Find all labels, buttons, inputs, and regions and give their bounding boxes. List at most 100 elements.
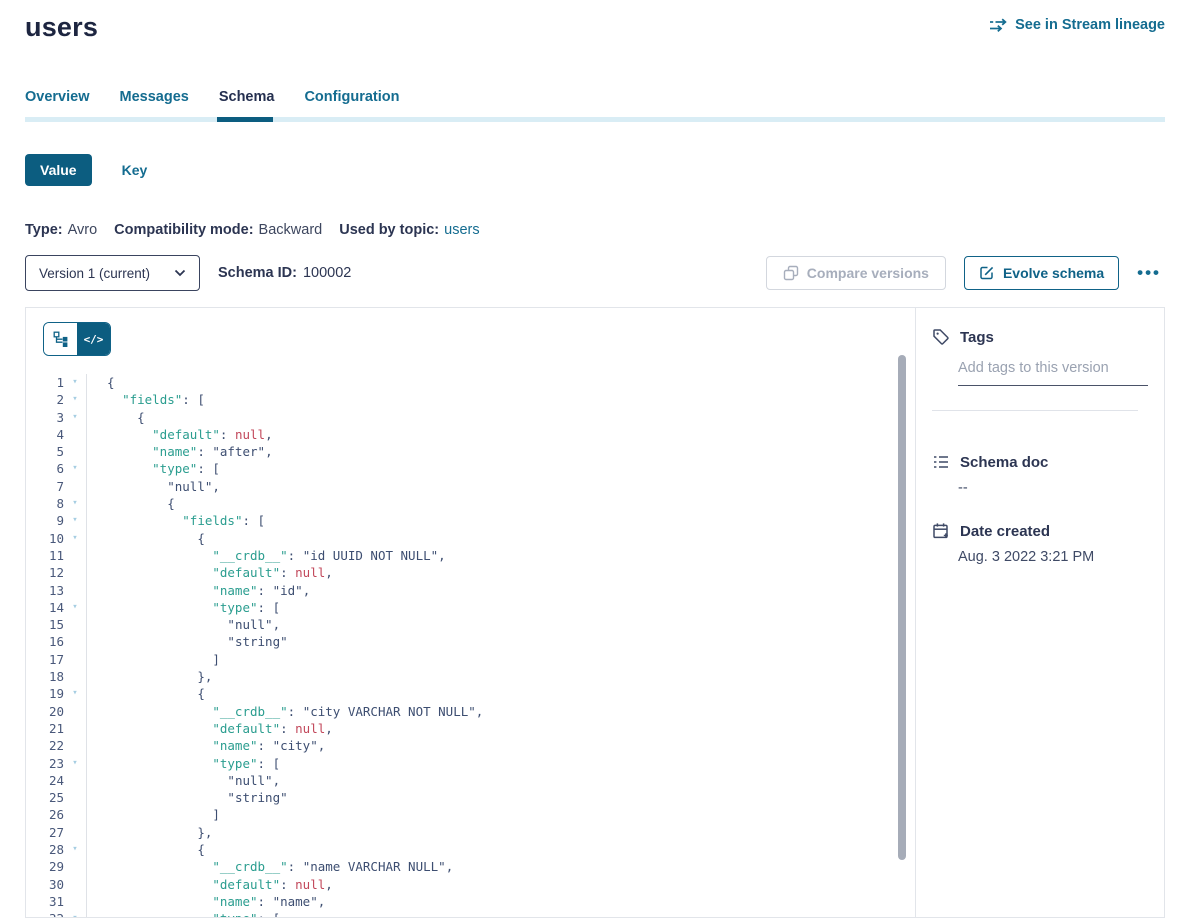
fold-spacer <box>64 616 86 633</box>
code-line: 11 "__crdb__": "id UUID NOT NULL", <box>26 547 915 564</box>
version-toolbar: Version 1 (current) Schema ID: 100002 Co… <box>25 255 1165 291</box>
code-line: 12 "default": null, <box>26 564 915 581</box>
code-text: "string" <box>86 633 915 650</box>
fold-spacer <box>64 443 86 460</box>
schema-id-label: Schema ID: <box>218 265 297 281</box>
code-text: "null", <box>86 772 915 789</box>
compatibility-label: Compatibility mode: <box>114 222 253 238</box>
line-number: 23 <box>26 755 64 772</box>
fold-toggle-icon[interactable]: ▾ <box>64 495 86 512</box>
line-number: 4 <box>26 426 64 443</box>
code-text: }, <box>86 824 915 841</box>
line-number: 10 <box>26 530 64 547</box>
code-text: "default": null, <box>86 426 915 443</box>
code-line: 30 "default": null, <box>26 876 915 893</box>
stream-lineage-icon <box>989 18 1008 32</box>
fold-spacer <box>64 737 86 754</box>
fold-toggle-icon[interactable]: ▾ <box>64 460 86 477</box>
add-tags-input[interactable] <box>958 360 1148 386</box>
code-text: { <box>86 495 915 512</box>
code-text: "default": null, <box>86 564 915 581</box>
code-text: ] <box>86 806 915 823</box>
code-text: "__crdb__": "city VARCHAR NOT NULL", <box>86 703 915 720</box>
code-line: 25 "string" <box>26 789 915 806</box>
code-text: "name": "city", <box>86 737 915 754</box>
schema-id: Schema ID: 100002 <box>218 265 351 281</box>
fold-toggle-icon[interactable]: ▾ <box>64 374 86 391</box>
code-line: 19▾ { <box>26 685 915 702</box>
line-number: 6 <box>26 460 64 477</box>
meta-compatibility: Compatibility mode: Backward <box>114 222 322 238</box>
line-number: 21 <box>26 720 64 737</box>
code-line: 18 }, <box>26 668 915 685</box>
meta-used-by-topic: Used by topic: users <box>339 222 479 238</box>
code-line: 13 "name": "id", <box>26 582 915 599</box>
tab-configuration[interactable]: Configuration <box>304 89 399 105</box>
overflow-menu-button[interactable]: ••• <box>1133 261 1165 285</box>
fold-toggle-icon[interactable]: ▾ <box>64 530 86 547</box>
code-line: 4 "default": null, <box>26 426 915 443</box>
code-text: "null", <box>86 478 915 495</box>
tab-messages[interactable]: Messages <box>120 89 189 105</box>
fold-toggle-icon[interactable]: ▾ <box>64 409 86 426</box>
code-text: }, <box>86 668 915 685</box>
code-text: "null", <box>86 616 915 633</box>
key-button[interactable]: Key <box>122 162 148 178</box>
fold-spacer <box>64 668 86 685</box>
code-line: 2▾ "fields": [ <box>26 391 915 408</box>
code-line: 28▾ { <box>26 841 915 858</box>
fold-toggle-icon[interactable]: ▾ <box>64 391 86 408</box>
code-view-icon: </> <box>84 333 104 346</box>
topic-link[interactable]: users <box>444 222 479 238</box>
fold-toggle-icon[interactable]: ▾ <box>64 841 86 858</box>
line-number: 2 <box>26 391 64 408</box>
code-line: 8▾ { <box>26 495 915 512</box>
view-mode-toggle: </> <box>43 322 111 356</box>
evolve-schema-button[interactable]: Evolve schema <box>964 256 1119 290</box>
code-line: 7 "null", <box>26 478 915 495</box>
code-text: { <box>86 374 915 391</box>
fold-spacer <box>64 633 86 650</box>
tab-overview[interactable]: Overview <box>25 89 90 105</box>
code-line: 20 "__crdb__": "city VARCHAR NOT NULL", <box>26 703 915 720</box>
date-created-value: Aug. 3 2022 3:21 PM <box>958 549 1148 565</box>
schema-doc-value: -- <box>958 480 1148 496</box>
fold-toggle-icon[interactable]: ▾ <box>64 685 86 702</box>
fold-spacer <box>64 858 86 875</box>
topbar: users See in Stream lineage <box>0 0 1189 43</box>
code-text: "default": null, <box>86 720 915 737</box>
code-text: "type": [ <box>86 599 915 616</box>
tab-schema[interactable]: Schema <box>219 89 275 105</box>
code-scrollbar-thumb[interactable] <box>898 355 906 860</box>
code-text: { <box>86 841 915 858</box>
evolve-schema-label: Evolve schema <box>1003 265 1104 281</box>
fold-toggle-icon[interactable]: ▾ <box>64 755 86 772</box>
line-number: 5 <box>26 443 64 460</box>
value-button[interactable]: Value <box>25 154 92 186</box>
tab-active-indicator <box>217 117 273 122</box>
compare-versions-button[interactable]: Compare versions <box>766 256 946 290</box>
line-number: 22 <box>26 737 64 754</box>
tags-heading-label: Tags <box>960 329 994 346</box>
line-number: 20 <box>26 703 64 720</box>
fold-spacer <box>64 478 86 495</box>
fold-toggle-icon[interactable]: ▾ <box>64 512 86 529</box>
code-line: 29 "__crdb__": "name VARCHAR NULL", <box>26 858 915 875</box>
fold-spacer <box>64 547 86 564</box>
fold-toggle-icon[interactable]: ▾ <box>64 599 86 616</box>
line-number: 31 <box>26 893 64 910</box>
compare-versions-icon <box>783 265 799 281</box>
version-select[interactable]: Version 1 (current) <box>25 255 200 291</box>
tag-icon <box>932 328 950 346</box>
code-text: "name": "id", <box>86 582 915 599</box>
line-number: 13 <box>26 582 64 599</box>
code-line: 16 "string" <box>26 633 915 650</box>
edit-schema-icon <box>979 265 995 281</box>
tree-view-button[interactable] <box>44 323 77 355</box>
code-view-button[interactable]: </> <box>77 323 110 355</box>
used-by-topic-label: Used by topic: <box>339 222 439 238</box>
stream-lineage-link[interactable]: See in Stream lineage <box>989 17 1165 33</box>
stream-lineage-label: See in Stream lineage <box>1015 17 1165 33</box>
code-line: 17 ] <box>26 651 915 668</box>
line-number: 27 <box>26 824 64 841</box>
